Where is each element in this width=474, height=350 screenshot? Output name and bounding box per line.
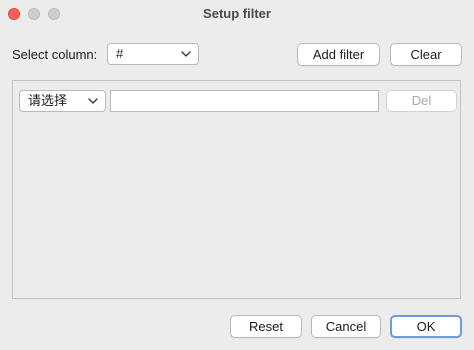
filter-value-input[interactable] xyxy=(110,90,379,112)
cancel-button[interactable]: Cancel xyxy=(311,315,381,338)
add-filter-button[interactable]: Add filter xyxy=(297,43,380,66)
chevron-down-icon xyxy=(88,98,98,104)
window-title: Setup filter xyxy=(203,6,271,21)
ok-button[interactable]: OK xyxy=(390,315,462,338)
chevron-down-icon xyxy=(181,51,191,57)
condition-select-value: 请选择 xyxy=(28,93,68,108)
select-column-label: Select column: xyxy=(12,47,98,62)
condition-select[interactable]: 请选择 xyxy=(19,90,106,112)
delete-filter-button[interactable]: Del xyxy=(386,90,457,112)
column-select[interactable]: # xyxy=(107,43,199,65)
title-bar: Setup filter xyxy=(0,0,474,28)
column-select-value: # xyxy=(116,46,124,61)
reset-button[interactable]: Reset xyxy=(230,315,302,338)
clear-button[interactable]: Clear xyxy=(390,43,462,66)
setup-filter-window: Setup filter Select column: # Add filter… xyxy=(0,0,474,350)
filter-list-panel: 请选择 Del xyxy=(12,80,461,299)
